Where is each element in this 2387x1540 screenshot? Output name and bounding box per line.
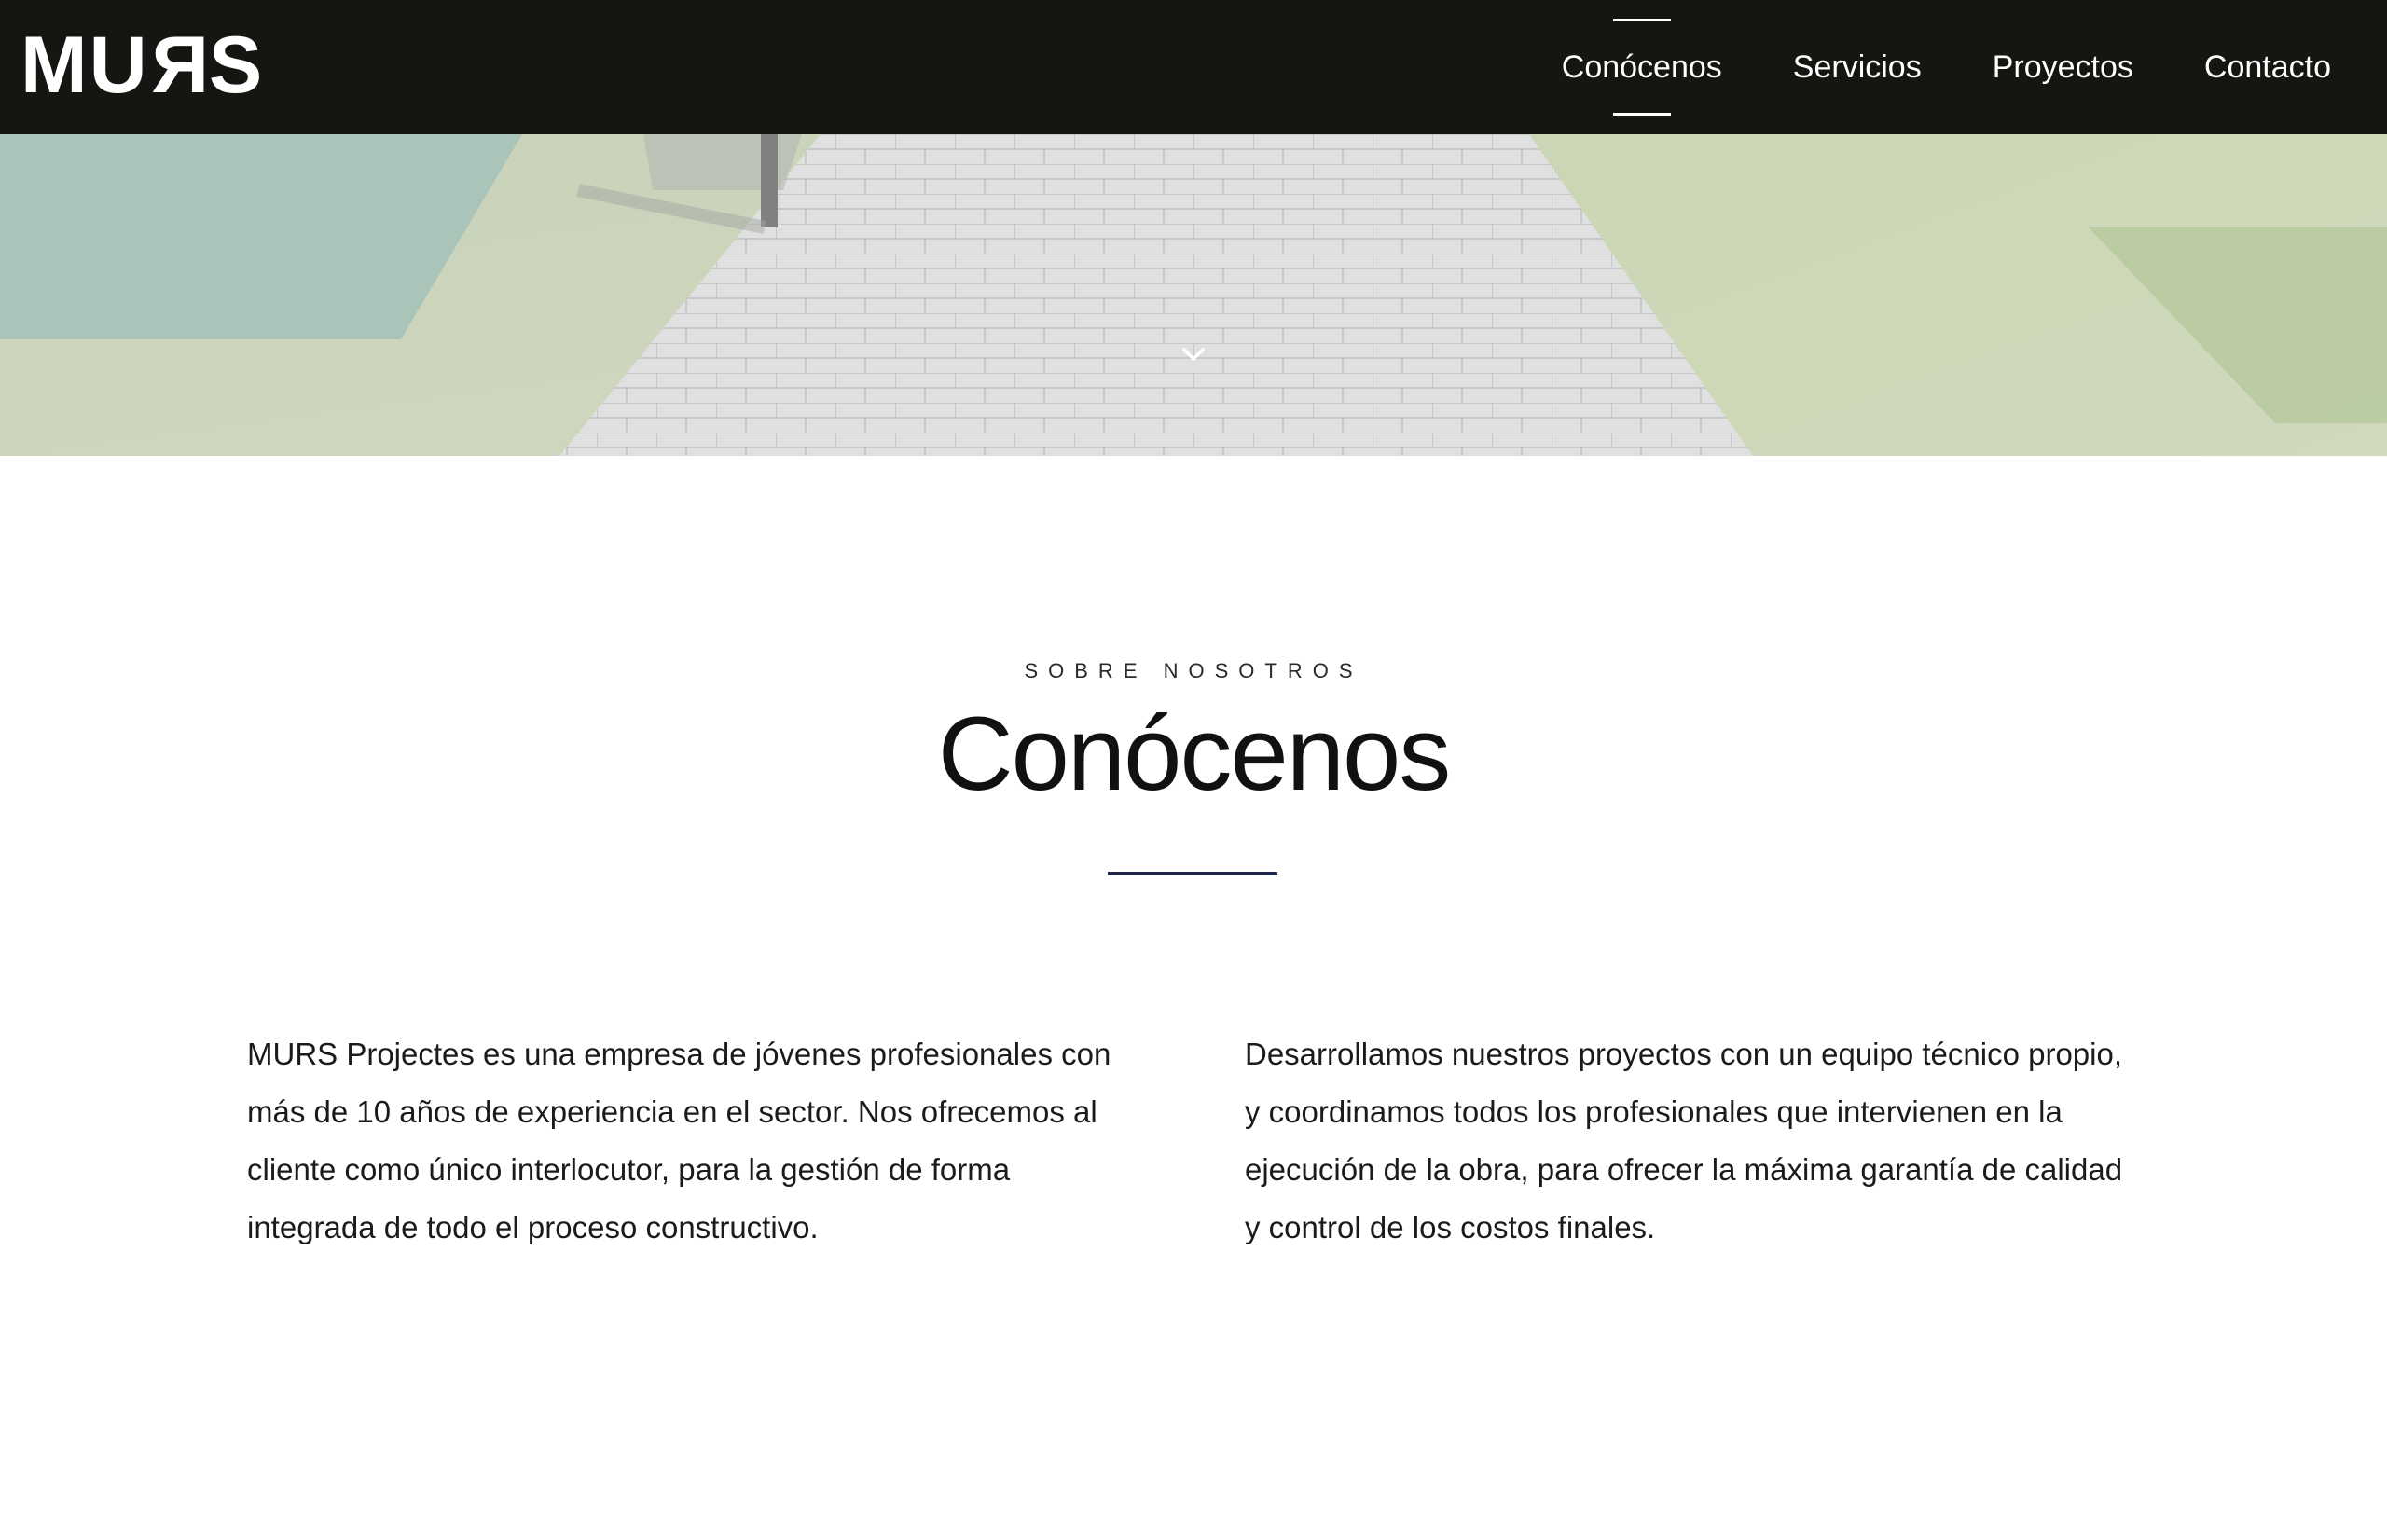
nav-item-conocenos[interactable]: Conócenos: [1562, 37, 1722, 97]
chevron-down-icon[interactable]: [1179, 339, 1208, 369]
about-paragraph-right: Desarrollamos nuestros proyectos con un …: [1245, 1037, 2123, 1244]
page-bottom: [0, 1424, 2387, 1540]
murs-logo[interactable]: MURS: [21, 21, 264, 110]
section-eyebrow: SOBRE NOSOTROS: [1024, 659, 1363, 682]
about-paragraph-left: MURS Projectes es una empresa de jóvenes…: [247, 1037, 1111, 1244]
about-section: SOBRE NOSOTROS Conócenos MURS Projectes …: [0, 456, 2387, 1425]
section-title: Conócenos: [937, 695, 1452, 812]
nav-item-servicios[interactable]: Servicios: [1793, 37, 1922, 97]
nav-item-contacto[interactable]: Contacto: [2204, 37, 2331, 97]
main-nav: Conócenos Servicios Proyectos Contacto: [1491, 0, 2331, 134]
hero-pavement-image: [0, 134, 2387, 456]
title-divider: [1108, 872, 1277, 875]
nav-item-proyectos[interactable]: Proyectos: [1993, 37, 2133, 97]
hero-banner: [0, 134, 2387, 456]
site-header: MURS Conócenos Servicios Proyectos Conta…: [0, 0, 2387, 134]
page: MURS Conócenos Servicios Proyectos Conta…: [0, 0, 2387, 1540]
